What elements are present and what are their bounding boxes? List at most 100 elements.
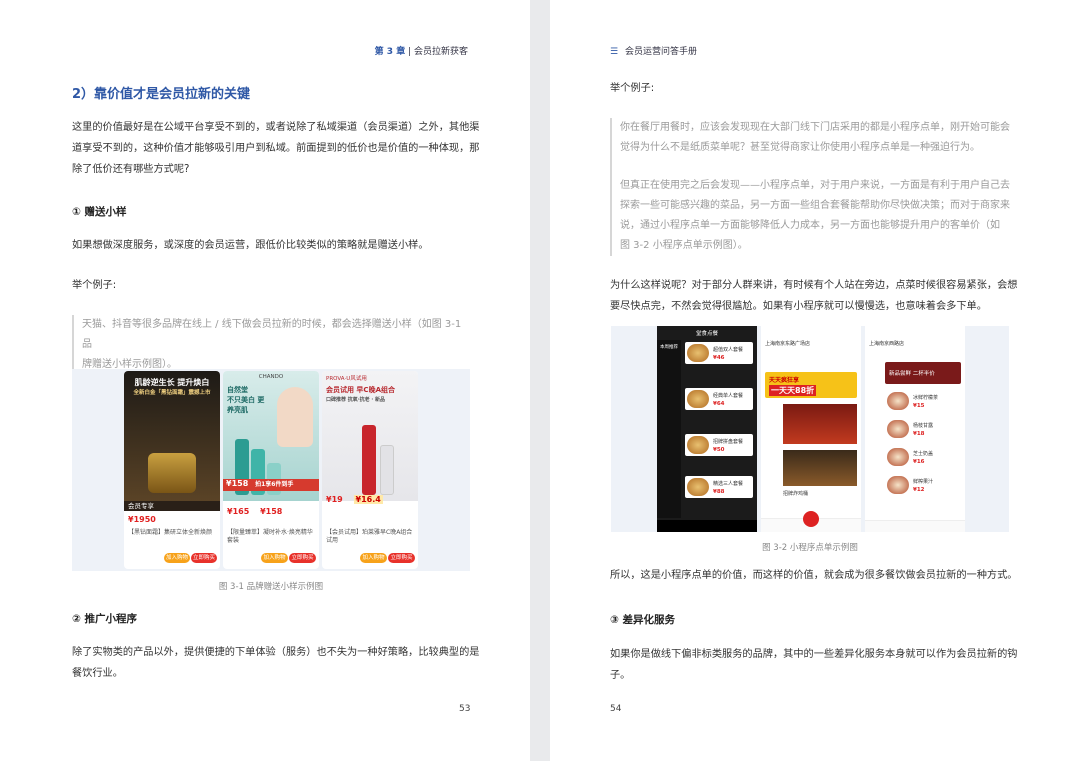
- cream-jar-image: [148, 453, 196, 493]
- menu-item[interactable]: 冰鲜柠檬茶 ¥15: [885, 390, 961, 412]
- buy-now-button[interactable]: 立即购买: [388, 553, 415, 563]
- member-bar: 会员专享: [124, 501, 220, 511]
- buy-now-button[interactable]: 立即购买: [289, 553, 316, 563]
- food-image: [687, 390, 709, 408]
- text-line: 要尽快点完，不然会觉得很尴尬。如果有小程序就可以慢慢选，也意味着会多下单。: [610, 301, 987, 312]
- price: ¥158: [226, 479, 249, 488]
- figure-caption: 图 3-1 品牌赠送小样示例图: [218, 582, 324, 592]
- store-name: 上海南京东路广场店: [765, 341, 811, 347]
- cart-bar[interactable]: [657, 520, 757, 532]
- running-header: ☰ 会员运营问答手册: [610, 44, 697, 57]
- banner-headline: 会员试用 早C晚A组合: [326, 386, 395, 394]
- food-photo: [783, 404, 857, 444]
- menu-item[interactable]: 鲜榨果汁 ¥12: [885, 474, 961, 496]
- item-price: ¥15: [913, 403, 925, 409]
- miniprogram-paragraph: 除了实物类的产品以外，提供便捷的下单体验（服务）也不失为一种好策略，比较典型的是…: [72, 642, 480, 684]
- intro-paragraph: 这里的价值最好是在公域平台享受不到的，或者说除了私域渠道（会员渠道）之外，其他渠…: [72, 117, 480, 180]
- screen-title: 堂食点餐: [695, 331, 718, 337]
- price: ¥165: [227, 507, 250, 516]
- example-label: 举个例子:: [610, 83, 655, 94]
- food-image: [687, 436, 709, 454]
- item-price: ¥64: [713, 401, 725, 407]
- add-cart-button[interactable]: 加入购物车: [261, 553, 288, 569]
- text-line: 餐饮行业。: [72, 668, 123, 679]
- text-line: 为什么这样说呢？对于部分人群来讲，有时候有个人站在旁边，点菜时候很容易紧张，会想: [610, 280, 1018, 291]
- menu-item[interactable]: 招牌拼盘套餐 ¥50: [685, 434, 753, 456]
- chapter-title: 会员拉新获客: [413, 47, 468, 57]
- banner-headline: 肌龄逆生长 提升焕白: [134, 378, 210, 387]
- figure-caption: 图 3-2 小程序点单示例图: [762, 543, 858, 553]
- price-alt: ¥158: [260, 507, 283, 516]
- promo-title: 天天疯狂享: [769, 377, 800, 384]
- samples-paragraph: 如果想做深度服务，或深度的会员运营，跟低价比较类似的策略就是赠送小样。: [72, 240, 429, 251]
- phone-screenshot-3: PROVA·U风试用 会员试用 早C晚A组合 口碑推荐 抗氧·抗老 · 新品 ¥…: [322, 371, 418, 569]
- tab-bar[interactable]: [761, 511, 861, 532]
- store-name: 上海南京西路店: [869, 341, 905, 347]
- item-price: ¥12: [913, 487, 925, 493]
- differentiation-paragraph: 如果你是做线下偏非标类服务的品牌，其中的一些差异化服务本身就可以作为会员拉新的钩…: [610, 644, 1018, 686]
- add-cart-button[interactable]: 加入购物车: [360, 553, 387, 569]
- text-line: 这里的价值最好是在公域平台享受不到的，或者说除了私域渠道（会员渠道）之外，其他渠: [72, 122, 480, 133]
- food-image: [687, 344, 709, 362]
- item-name: 招牌炸鸡桶: [783, 491, 809, 497]
- quote-line: 觉得为什么不是纸质菜单呢？甚至觉得商家让你使用小程序点单是一种强迫行为。: [620, 142, 980, 153]
- chapter-number: 第 3 章: [374, 47, 406, 57]
- bottle-image: [380, 445, 394, 495]
- quote-line: 天猫、抖音等很多品牌在线上 / 线下做会员拉新的时候，都会选择赠送小样（如图 3…: [82, 319, 462, 350]
- item-price: ¥88: [713, 489, 725, 495]
- quote-line: 图 3-2 小程序点单示例图）。: [620, 240, 748, 251]
- add-cart-button[interactable]: 加入购物车: [164, 553, 190, 569]
- subheading-samples: ① 赠送小样: [72, 206, 127, 218]
- page-number: 53: [459, 704, 471, 714]
- model-image: [277, 387, 313, 447]
- text-line: 子。: [610, 670, 631, 681]
- category-label: 本周推荐: [660, 345, 678, 350]
- banner-subline: 全新白金「黑钻面霜」震撼上市: [133, 390, 211, 396]
- value-paragraph: 所以，这是小程序点单的价值，而这样的价值，就会成为很多餐饮做会员拉新的一种方式。: [610, 570, 1018, 581]
- quote-line: 探索一些可能感兴趣的菜品，另一方面一些组合套餐能帮助你尽快做决策；而对于商家来: [620, 200, 1010, 211]
- quote-line: 说，通过小程序点单一方面能够降低人力成本，另一方面也能够提升用户的客单价（如: [620, 220, 1000, 231]
- price-tag: 拍1享6件到手: [255, 481, 294, 488]
- bottle-image: [362, 425, 376, 495]
- phone-screenshot-2: 上海南京东路广场店 天天疯狂享 一天天88折 招牌炸鸡桶: [761, 326, 861, 532]
- menu-item[interactable]: 经典单人套餐 ¥64: [685, 388, 753, 410]
- promo-banner[interactable]: 新品尝鲜 二杯半价: [885, 362, 961, 384]
- order-icon[interactable]: [803, 511, 819, 527]
- promo-banner[interactable]: 天天疯狂享 一天天88折: [765, 372, 857, 398]
- quote-line: 但真正在使用完之后会发现——小程序点单，对于用户来说，一方面是有利于用户自己去: [620, 180, 1010, 191]
- item-price: ¥16: [913, 459, 925, 465]
- subheading-miniprogram: ② 推广小程序: [72, 613, 138, 625]
- example-quote: 天猫、抖音等很多品牌在线上 / 线下做会员拉新的时候，都会选择赠送小样（如图 3…: [72, 315, 472, 375]
- phone-screenshot-3: 上海南京西路店 新品尝鲜 二杯半价 冰鲜柠檬茶 ¥15 杨枝甘露 ¥18 芝士奶…: [865, 326, 965, 532]
- promo-discount: 一天天88折: [769, 385, 817, 396]
- menu-icon: ☰: [610, 47, 619, 57]
- item-price: ¥50: [713, 447, 725, 453]
- menu-item[interactable]: 超值双人套餐 ¥46: [685, 342, 753, 364]
- banner-headline: 自然堂: [227, 386, 248, 394]
- brand-logo: PROVA·U风试用: [326, 376, 367, 382]
- quote-line: 你在餐厅用餐时，应该会发现现在大部门线下门店采用的都是小程序点单，刚开始可能会: [620, 122, 1010, 133]
- menu-item[interactable]: 精选三人套餐 ¥88: [685, 476, 753, 498]
- buy-now-button[interactable]: 立即购买: [191, 553, 217, 563]
- price: ¥19: [326, 495, 343, 504]
- product-desc: 【会员试用】珀莱雅早C晚A组合试用: [326, 529, 413, 544]
- item-name: 杨枝甘露: [913, 423, 934, 429]
- tab-bar[interactable]: [865, 520, 965, 532]
- item-name: 芝士奶盖: [913, 451, 934, 457]
- menu-item[interactable]: 杨枝甘露 ¥18: [885, 418, 961, 440]
- product-banner: 肌龄逆生长 提升焕白 全新白金「黑钻面霜」震撼上市: [124, 371, 220, 501]
- figure-sample-gifts: 肌龄逆生长 提升焕白 全新白金「黑钻面霜」震撼上市 会员专享 ¥1950 【黑钻…: [72, 369, 470, 571]
- text-line: 如果你是做线下偏非标类服务的品牌，其中的一些差异化服务本身就可以作为会员拉新的钩: [610, 649, 1018, 660]
- why-paragraph: 为什么这样说呢？对于部分人群来讲，有时候有个人站在旁边，点菜时候很容易紧张，会想…: [610, 275, 1018, 317]
- category-sidebar: 本周推荐: [657, 340, 681, 518]
- item-price: ¥46: [713, 355, 725, 361]
- brand-logo: CHANDO: [258, 374, 284, 380]
- book-title: 会员运营问答手册: [624, 47, 697, 57]
- item-name: 招牌拼盘套餐: [713, 439, 744, 445]
- subheading-differentiation: ③ 差异化服务: [610, 614, 676, 626]
- item-name: 冰鲜柠檬茶: [913, 395, 939, 401]
- product-desc: 【限量臻萃】凝时补水·焕亮精华套装: [227, 529, 313, 544]
- price-alt: ¥16.4: [353, 495, 383, 504]
- item-price: ¥18: [913, 431, 925, 437]
- menu-item[interactable]: 芝士奶盖 ¥16: [885, 446, 961, 468]
